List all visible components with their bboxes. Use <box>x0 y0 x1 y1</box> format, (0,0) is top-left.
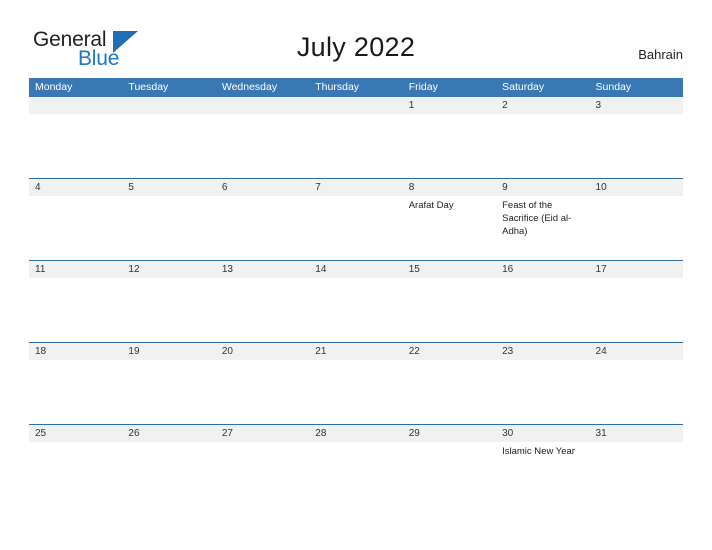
day-event <box>122 196 215 260</box>
weekday-header-wednesday: Wednesday <box>221 81 278 93</box>
day-number[interactable]: 5 <box>122 179 215 196</box>
day-number[interactable]: 19 <box>122 343 215 360</box>
day-number[interactable]: 16 <box>496 261 589 278</box>
day-number[interactable]: 6 <box>216 179 309 196</box>
day-event <box>403 442 496 506</box>
week-date-band: 18 19 20 21 22 23 24 <box>29 343 683 360</box>
day-event <box>309 196 402 260</box>
day-number[interactable]: 10 <box>590 179 683 196</box>
day-number[interactable]: 26 <box>122 425 215 442</box>
day-number[interactable] <box>122 97 215 114</box>
weekday-header-saturday: Saturday <box>502 81 545 93</box>
day-event <box>216 114 309 178</box>
day-number[interactable]: 4 <box>29 179 122 196</box>
day-event <box>216 442 309 506</box>
day-number[interactable]: 25 <box>29 425 122 442</box>
page-header: General Blue July 2022 Bahrain <box>0 0 712 78</box>
day-event <box>309 442 402 506</box>
day-number[interactable]: 2 <box>496 97 589 114</box>
day-event <box>403 360 496 424</box>
day-number[interactable]: 22 <box>403 343 496 360</box>
day-event <box>122 278 215 342</box>
day-event <box>216 360 309 424</box>
day-number[interactable]: 13 <box>216 261 309 278</box>
day-event <box>29 278 122 342</box>
day-event <box>216 196 309 260</box>
day-number[interactable]: 29 <box>403 425 496 442</box>
week-date-band: 11 12 13 14 15 16 17 <box>29 261 683 278</box>
calendar-week-row: 11 12 13 14 15 16 17 <box>29 260 683 342</box>
calendar-week-row: 25 26 27 28 29 30 31 Islamic New Year <box>29 424 683 506</box>
calendar-page: General Blue July 2022 Bahrain Monday Tu… <box>0 0 712 550</box>
day-event <box>216 278 309 342</box>
week-event-band <box>29 360 683 424</box>
day-event <box>590 278 683 342</box>
day-number[interactable]: 31 <box>590 425 683 442</box>
calendar-week-row: 4 5 6 7 8 9 10 Arafat Day Feast of the S… <box>29 178 683 260</box>
day-event <box>29 114 122 178</box>
day-number[interactable]: 11 <box>29 261 122 278</box>
day-number[interactable]: 14 <box>309 261 402 278</box>
weekday-header-monday: Monday <box>35 81 73 93</box>
day-event <box>122 360 215 424</box>
day-number[interactable]: 1 <box>403 97 496 114</box>
day-event <box>590 360 683 424</box>
week-event-band <box>29 278 683 342</box>
weekday-header-row: Monday Tuesday Wednesday Thursday Friday… <box>29 78 683 97</box>
day-number[interactable]: 9 <box>496 179 589 196</box>
day-number[interactable]: 12 <box>122 261 215 278</box>
day-number[interactable]: 27 <box>216 425 309 442</box>
day-number[interactable]: 18 <box>29 343 122 360</box>
calendar-grid: Monday Tuesday Wednesday Thursday Friday… <box>29 78 683 506</box>
weekday-header-tuesday: Tuesday <box>128 81 169 93</box>
day-event <box>403 114 496 178</box>
weekday-header-thursday: Thursday <box>315 81 360 93</box>
day-event <box>496 278 589 342</box>
day-number[interactable]: 8 <box>403 179 496 196</box>
day-number[interactable] <box>29 97 122 114</box>
page-title: July 2022 <box>296 32 416 62</box>
day-event <box>590 114 683 178</box>
day-number[interactable]: 20 <box>216 343 309 360</box>
day-event <box>590 442 683 506</box>
day-event <box>29 196 122 260</box>
calendar-week-row: 18 19 20 21 22 23 24 <box>29 342 683 424</box>
day-event <box>403 278 496 342</box>
day-event <box>122 114 215 178</box>
day-event <box>496 360 589 424</box>
week-date-band: 1 2 3 <box>29 97 683 114</box>
day-number[interactable]: 3 <box>590 97 683 114</box>
day-number[interactable]: 23 <box>496 343 589 360</box>
day-event <box>122 442 215 506</box>
calendar-week-row: 1 2 3 <box>29 97 683 178</box>
day-event <box>309 114 402 178</box>
weekday-header-friday: Friday <box>408 81 438 93</box>
day-number[interactable]: 17 <box>590 261 683 278</box>
day-number[interactable] <box>216 97 309 114</box>
day-event <box>309 278 402 342</box>
day-event <box>496 114 589 178</box>
country-label: Bahrain <box>638 47 683 62</box>
day-number[interactable]: 15 <box>403 261 496 278</box>
day-event <box>29 360 122 424</box>
day-event: Feast of the Sacrifice (Eid al-Adha) <box>502 200 572 237</box>
weekday-header-sunday: Sunday <box>595 81 632 93</box>
week-date-band: 25 26 27 28 29 30 31 <box>29 425 683 442</box>
day-event <box>309 360 402 424</box>
week-event-band: Islamic New Year <box>29 442 683 506</box>
day-event <box>590 196 683 260</box>
day-event: Islamic New Year <box>502 446 575 457</box>
day-event: Arafat Day <box>408 200 454 211</box>
day-number[interactable] <box>309 97 402 114</box>
day-number[interactable]: 21 <box>309 343 402 360</box>
week-date-band: 4 5 6 7 8 9 10 <box>29 179 683 196</box>
day-number[interactable]: 7 <box>309 179 402 196</box>
week-event-band <box>29 114 683 178</box>
day-number[interactable]: 28 <box>309 425 402 442</box>
day-number[interactable]: 24 <box>590 343 683 360</box>
week-event-band: Arafat Day Feast of the Sacrifice (Eid a… <box>29 196 683 260</box>
day-event <box>29 442 122 506</box>
day-number[interactable]: 30 <box>496 425 589 442</box>
